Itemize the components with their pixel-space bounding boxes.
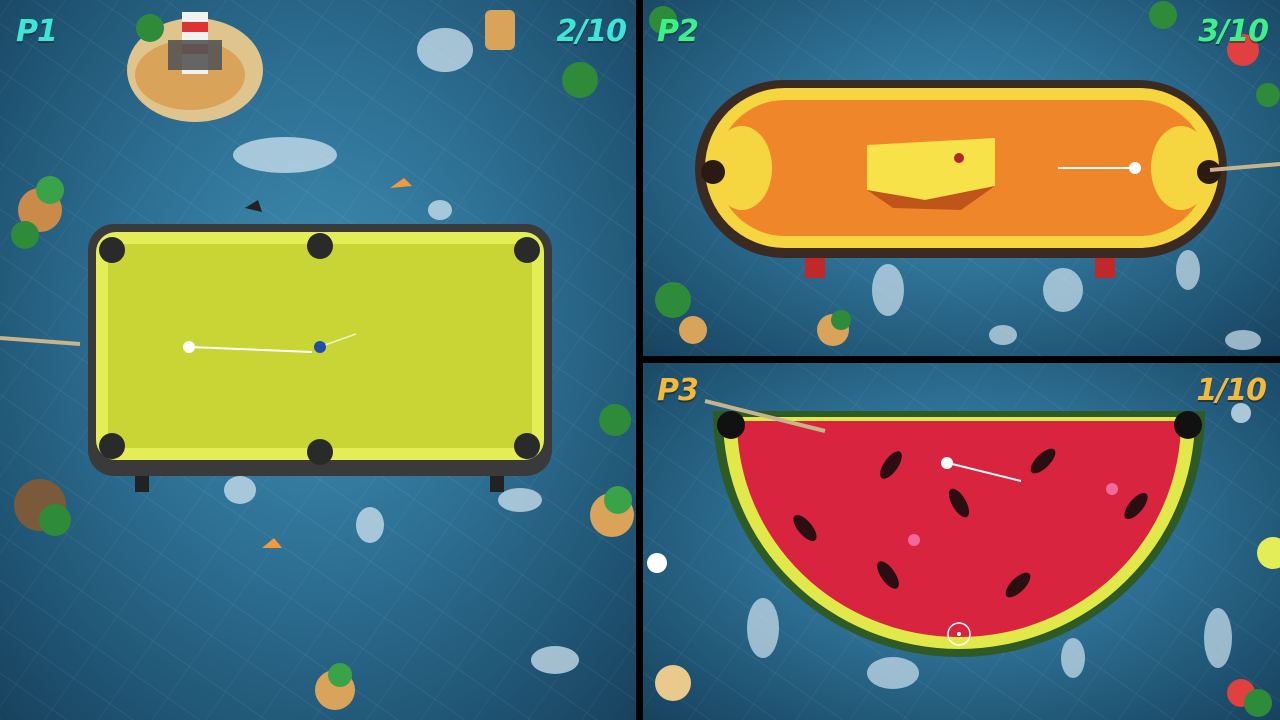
left-pocket [717, 411, 745, 439]
right-pocket [1197, 160, 1221, 184]
pink-ball [908, 534, 920, 546]
lighthouse-island [127, 12, 263, 122]
p1-scene [0, 10, 634, 710]
player-1-label: P1 [16, 14, 58, 49]
target-ball [954, 153, 964, 163]
cue-ball [1129, 162, 1141, 174]
player-3-viewport: P3 1/10 [643, 363, 1280, 720]
player-2-label: P2 [657, 14, 699, 49]
sea-foam [872, 250, 1261, 350]
orange-stadium-table [695, 80, 1280, 278]
player-3-score: 1/10 [1196, 373, 1267, 408]
player-1-score: 2/10 [556, 14, 627, 49]
target-ball [314, 341, 326, 353]
player-2-score: 3/10 [1198, 14, 1269, 49]
left-pocket [701, 160, 725, 184]
pink-ball [1106, 483, 1118, 495]
cue-ball [183, 341, 195, 353]
player-2-viewport: P2 3/10 [643, 0, 1280, 356]
right-pocket [1174, 411, 1202, 439]
cue-stick[interactable] [0, 336, 81, 346]
watermelon-table [704, 399, 1205, 657]
p2-scene [649, 1, 1280, 350]
cue-ball [941, 457, 953, 469]
classic-pool-table [0, 224, 552, 492]
p3-scene [647, 399, 1280, 717]
player-1-viewport: P1 2/10 [0, 0, 636, 720]
player-3-label: P3 [657, 373, 699, 408]
